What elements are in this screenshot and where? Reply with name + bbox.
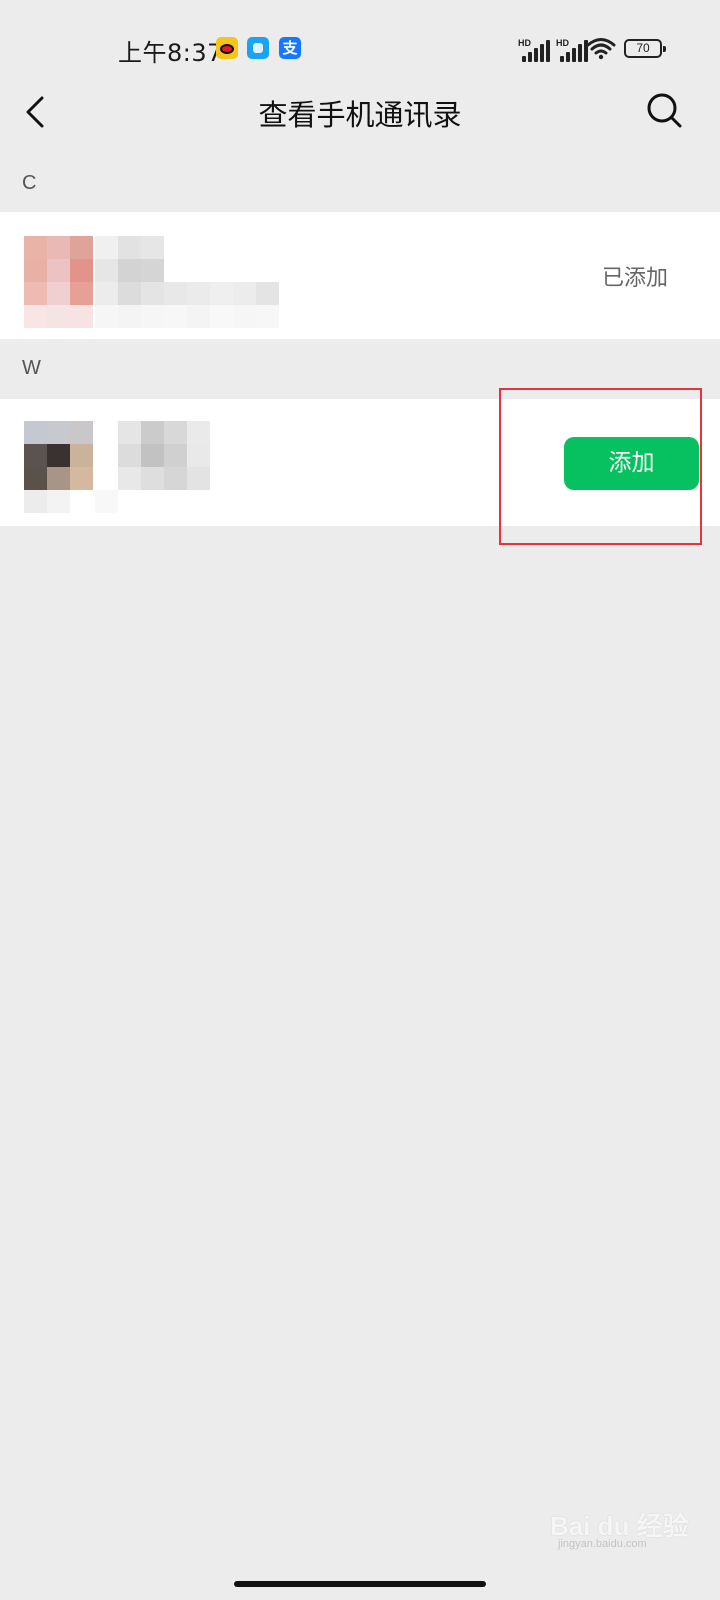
add-contact-button[interactable]: 添加 — [564, 437, 699, 490]
cellular-signal-2-icon: HD — [556, 38, 590, 62]
battery-icon: 70 — [624, 39, 666, 58]
alipay-icon: 支 — [279, 37, 301, 59]
search-icon[interactable] — [644, 90, 684, 130]
cellular-signal-icon: HD — [518, 38, 552, 62]
nav-bar: 查看手机通讯录 — [0, 72, 720, 150]
contact-avatar-blurred — [0, 230, 300, 330]
contact-row[interactable]: 已添加 — [0, 212, 720, 339]
app-icon — [247, 37, 269, 59]
watermark-sub: jingyan.baidu.com — [558, 1538, 647, 1550]
contact-avatar-blurred — [0, 419, 320, 514]
section-header-c: C — [22, 172, 37, 194]
status-time: 上午8:37 — [118, 39, 223, 67]
contact-row[interactable]: 添加 — [0, 399, 720, 526]
wifi-icon — [586, 38, 616, 60]
added-status-label: 已添加 — [601, 266, 668, 291]
weibo-icon — [216, 37, 238, 59]
section-header-w: W — [22, 357, 41, 379]
page-title: 查看手机通讯录 — [258, 98, 462, 132]
baidu-jingyan-watermark: Bai du 经验 jingyan.baidu.com — [550, 1498, 700, 1550]
home-indicator[interactable] — [234, 1581, 486, 1587]
